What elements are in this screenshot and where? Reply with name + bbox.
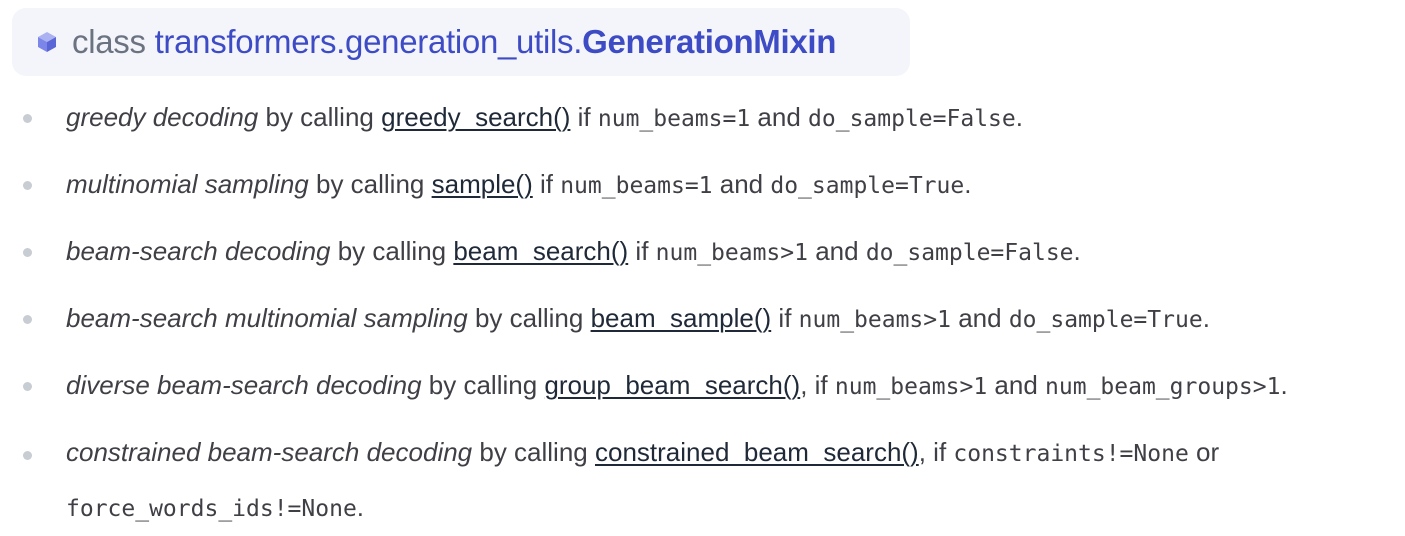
condition-code: num_beams=1	[597, 106, 751, 132]
list-item: beam-search decoding by calling beam_sea…	[0, 218, 1405, 285]
method-term: diverse beam-search decoding	[66, 370, 422, 400]
text-end: .	[1280, 370, 1288, 400]
class-keyword: class	[72, 23, 146, 60]
beam-sample-link[interactable]: beam_sample()	[591, 303, 772, 333]
module-path: transformers.generation_utils.	[154, 23, 583, 60]
bullet-dot	[23, 114, 32, 123]
condition-code: num_beams=1	[560, 173, 713, 199]
text-joiner: and	[987, 370, 1046, 400]
class-signature: class transformers.generation_utils.Gene…	[72, 23, 836, 61]
text-joiner: and	[712, 169, 771, 199]
class-signature-header: class transformers.generation_utils.Gene…	[12, 8, 910, 76]
list-item: multinomial sampling by calling sample()…	[0, 151, 1405, 218]
condition-code: num_beams>1	[798, 307, 951, 333]
text-if: if	[771, 303, 799, 333]
list-item: constrained beam-search decoding by call…	[0, 419, 1405, 536]
list-item: greedy decoding by calling greedy_search…	[0, 84, 1405, 151]
condition-code: num_beam_groups>1	[1045, 374, 1281, 400]
text-joiner: and	[807, 236, 866, 266]
bullet-dot	[23, 451, 32, 460]
text-if: , if	[918, 437, 954, 467]
bullet-dot	[23, 382, 32, 391]
condition-code: do_sample=False	[808, 106, 1016, 132]
wrapped-line: force_words_ids!=None.	[66, 481, 1405, 536]
method-term: greedy decoding	[66, 102, 259, 132]
method-term: constrained beam-search decoding	[66, 437, 473, 467]
text-by-calling: by calling	[330, 236, 454, 266]
condition-code: force_words_ids!=None	[66, 496, 357, 522]
text-end: .	[964, 169, 972, 199]
list-item: beam-search multinomial sampling by call…	[0, 285, 1405, 352]
condition-code: do_sample=True	[770, 173, 965, 199]
text-end: .	[1073, 236, 1081, 266]
text-end: .	[1202, 303, 1210, 333]
bullet-dot	[23, 315, 32, 324]
condition-code: do_sample=False	[865, 240, 1074, 266]
constrained-beam-search-link[interactable]: constrained_beam_search()	[595, 437, 919, 467]
method-term: beam-search multinomial sampling	[66, 303, 468, 333]
text-if: , if	[800, 370, 835, 400]
group-beam-search-link[interactable]: group_beam_search()	[544, 370, 800, 400]
text-by-calling: by calling	[421, 370, 545, 400]
class-name: GenerationMixin	[582, 23, 837, 60]
condition-code: num_beams>1	[834, 374, 988, 400]
text-by-calling: by calling	[467, 303, 591, 333]
greedy-search-link[interactable]: greedy_search()	[381, 102, 570, 132]
method-term: multinomial sampling	[66, 169, 309, 199]
method-term: beam-search decoding	[66, 236, 331, 266]
text-if: if	[532, 169, 561, 199]
text-end: .	[356, 492, 365, 522]
text-end: .	[1015, 102, 1023, 132]
text-if: if	[570, 102, 598, 132]
text-if: if	[628, 236, 656, 266]
text-joiner: and	[950, 303, 1009, 333]
sample-link[interactable]: sample()	[432, 169, 533, 199]
text-joiner: or	[1188, 437, 1220, 467]
text-by-calling: by calling	[258, 102, 382, 132]
text-by-calling: by calling	[472, 437, 595, 467]
condition-code: constraints!=None	[953, 441, 1189, 467]
text-joiner: and	[750, 102, 809, 132]
text-by-calling: by calling	[308, 169, 432, 199]
list-item: diverse beam-search decoding by calling …	[0, 352, 1405, 419]
beam-search-link[interactable]: beam_search()	[453, 236, 628, 266]
cube-icon	[34, 29, 60, 55]
bullet-dot	[23, 181, 32, 190]
condition-code: do_sample=True	[1008, 307, 1203, 333]
decoding-methods-list: greedy decoding by calling greedy_search…	[0, 84, 1405, 536]
condition-code: num_beams>1	[655, 240, 808, 266]
bullet-dot	[23, 248, 32, 257]
